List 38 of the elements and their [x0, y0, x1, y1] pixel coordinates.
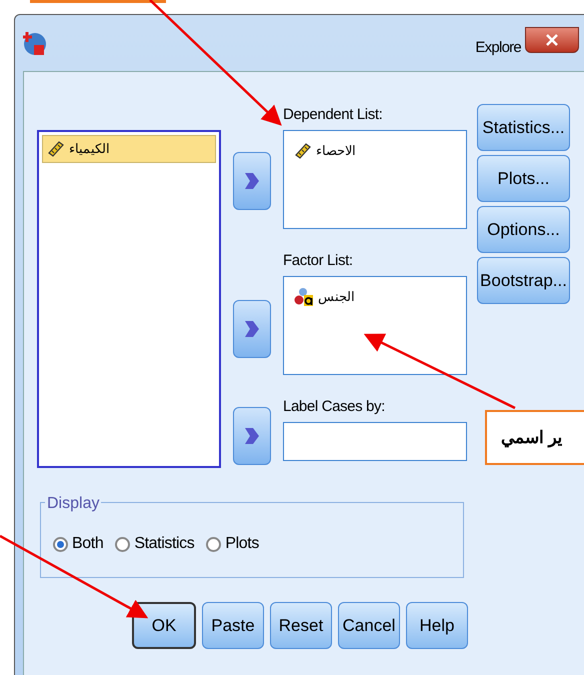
- variable-item[interactable]: الجنس: [290, 283, 460, 311]
- close-icon: [546, 34, 558, 46]
- callout-text: ير اسمي: [501, 426, 563, 450]
- variable-list[interactable]: الكيمياء: [37, 130, 221, 468]
- dialog-button[interactable]: Cancel: [338, 602, 400, 649]
- radio-button[interactable]: [206, 536, 222, 552]
- variable-item[interactable]: الاحصاء: [290, 137, 460, 165]
- field-label: Factor List:: [283, 251, 354, 271]
- close-button[interactable]: [525, 27, 579, 53]
- ruler-icon: [294, 142, 312, 160]
- dialog-button[interactable]: Bootstrap...: [477, 257, 570, 304]
- radio-option[interactable]: Statistics: [115, 532, 194, 556]
- dialog-button[interactable]: Plots...: [477, 155, 570, 202]
- dialog-button[interactable]: Paste: [202, 602, 264, 649]
- dialog-button[interactable]: Statistics...: [477, 104, 570, 151]
- radio-option[interactable]: Plots: [206, 532, 259, 556]
- dialog-button[interactable]: Options...: [477, 206, 570, 253]
- arrow-icon: [244, 426, 260, 446]
- radio-option[interactable]: Both: [53, 532, 104, 556]
- arrow-icon: [244, 171, 260, 191]
- field-label: Label Cases by:: [283, 397, 386, 417]
- variable-item[interactable]: الكيمياء: [42, 135, 216, 163]
- radio-button[interactable]: [115, 536, 130, 552]
- arrow-icon: [244, 319, 260, 339]
- dialog-button[interactable]: Reset: [270, 602, 332, 649]
- move-button[interactable]: [233, 300, 271, 358]
- window-title: Explore: [475, 38, 521, 58]
- move-button[interactable]: [233, 407, 271, 465]
- factor-list[interactable]: الجنس: [283, 276, 467, 375]
- dependent-list[interactable]: الاحصاء: [283, 130, 467, 229]
- dialog-button[interactable]: Help: [406, 602, 468, 649]
- move-button[interactable]: [233, 152, 271, 210]
- nominal-variable-icon: [294, 287, 314, 307]
- ruler-icon: [47, 140, 65, 158]
- radio-button[interactable]: [53, 536, 68, 552]
- dialog-button[interactable]: OK: [132, 602, 196, 649]
- label-cases-field[interactable]: [283, 422, 467, 461]
- field-label: Dependent List:: [283, 105, 384, 125]
